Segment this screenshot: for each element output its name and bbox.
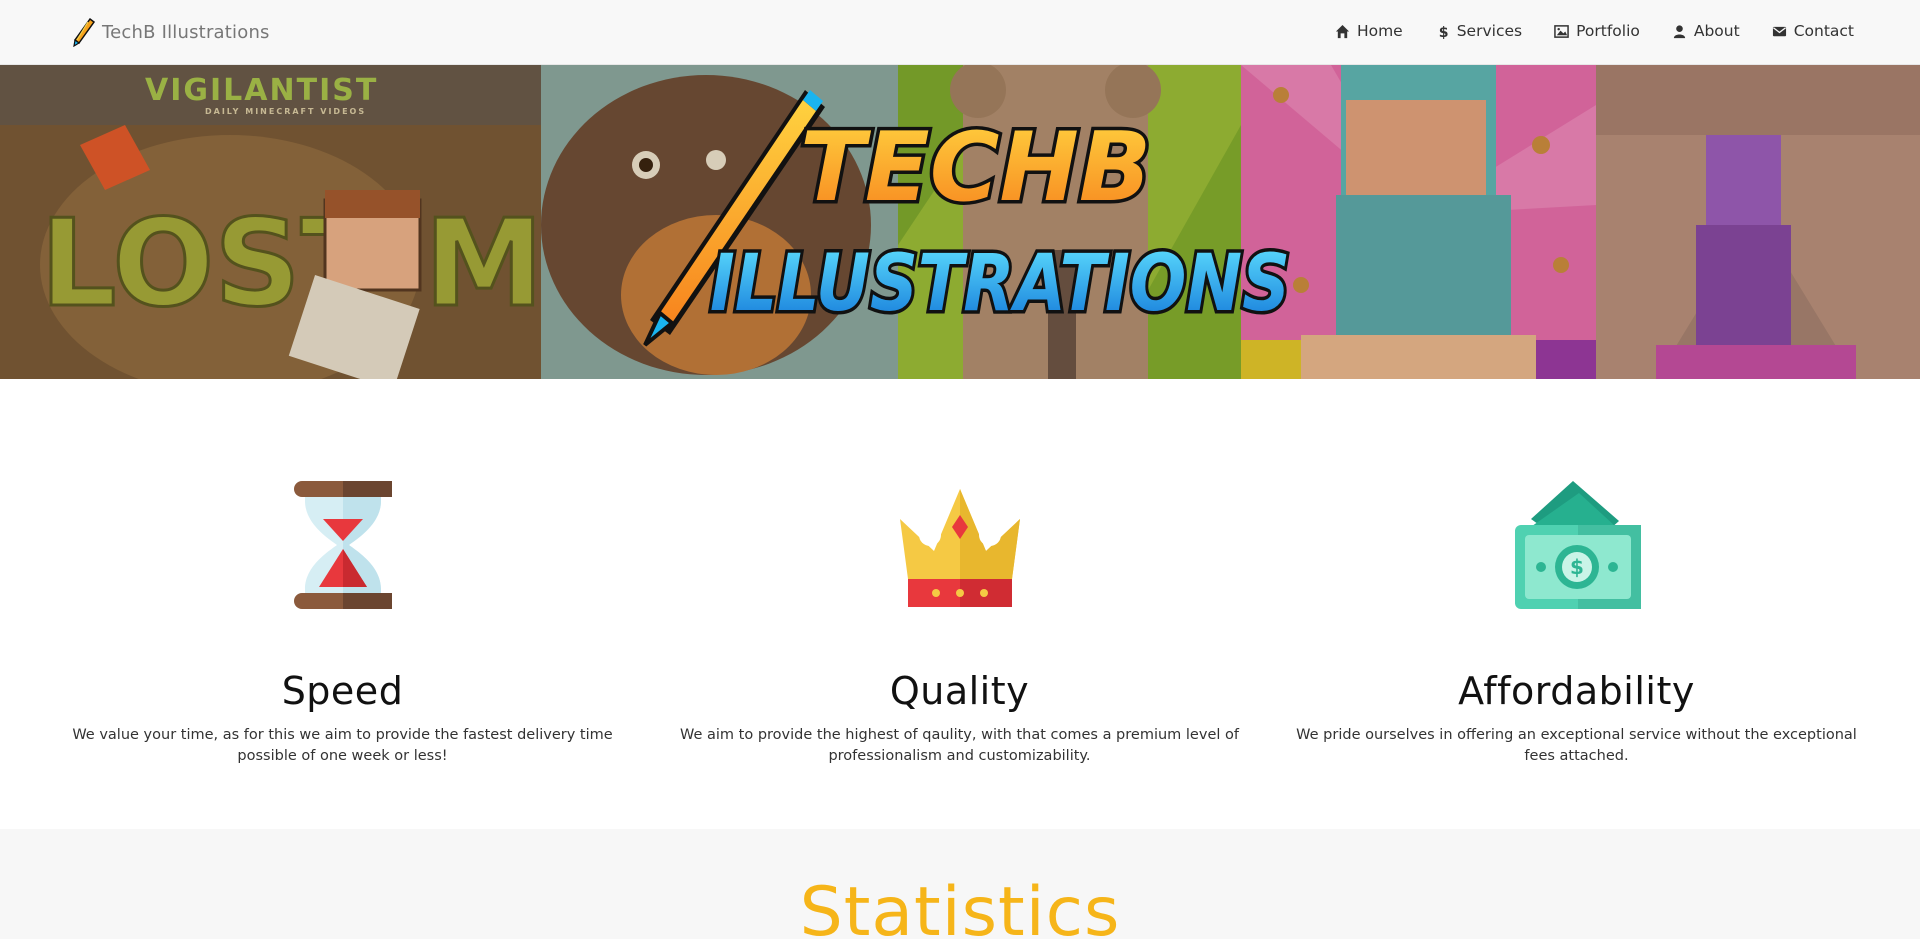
statistics-title: Statistics xyxy=(799,873,1121,952)
techb-illustrations-logo: TECHB ILLUSTRATIONS xyxy=(643,90,1294,347)
logo-line-2: ILLUSTRATIONS xyxy=(710,239,1290,329)
envelope-icon xyxy=(1772,26,1786,36)
statistics-section: Statistics xyxy=(0,829,1920,952)
feature-affordability-title: Affordability xyxy=(1458,669,1695,713)
features-section: Speed We value your time, as for this we… xyxy=(0,379,1920,829)
picture-icon xyxy=(1554,24,1569,38)
nav-about-label: About xyxy=(1693,22,1740,40)
nav-portfolio-label: Portfolio xyxy=(1576,22,1640,40)
feature-quality-desc: We aim to provide the highest of qaulity… xyxy=(680,727,1239,764)
brand-name: TechB Illustrations xyxy=(102,21,270,43)
nav-contact-label: Contact xyxy=(1793,22,1854,40)
crown-icon xyxy=(899,489,1020,607)
nav-services-label: Services xyxy=(1456,22,1523,40)
money-icon: $ xyxy=(1514,481,1641,609)
svg-text:$: $ xyxy=(1438,25,1448,39)
brand-link[interactable]: TechB Illustrations xyxy=(70,16,270,48)
feature-speed-desc: We value your time, as for this we aim t… xyxy=(72,727,613,764)
user-icon xyxy=(1673,24,1685,38)
nav-portfolio[interactable]: Portfolio xyxy=(1538,20,1656,42)
dollar-icon: $ xyxy=(1438,25,1448,39)
nav-home-label: Home xyxy=(1356,22,1403,40)
home-icon xyxy=(1335,24,1349,38)
nav-home[interactable]: Home xyxy=(1319,20,1419,42)
feature-affordability-desc: We pride ourselves in offering an except… xyxy=(1296,727,1857,764)
feature-speed-title: Speed xyxy=(281,669,404,713)
nav-about[interactable]: About xyxy=(1656,20,1756,42)
pencil-logo-icon xyxy=(73,17,96,47)
nav-contact[interactable]: Contact xyxy=(1756,20,1854,42)
nav-services[interactable]: $ Services xyxy=(1419,20,1538,42)
main-nav: Home $ Services Portfolio About Contact xyxy=(1319,20,1854,42)
hero-banner: LOST MC VIGILANTIST DAILY MINECRAFT VIDE… xyxy=(0,65,1920,379)
svg-text:$: $ xyxy=(1570,555,1584,579)
hourglass-icon xyxy=(293,481,392,609)
logo-line-1: TECHB xyxy=(800,113,1151,223)
navbar: TechB Illustrations Home $ Services Port… xyxy=(0,0,1920,65)
feature-quality-title: Quality xyxy=(889,669,1030,713)
